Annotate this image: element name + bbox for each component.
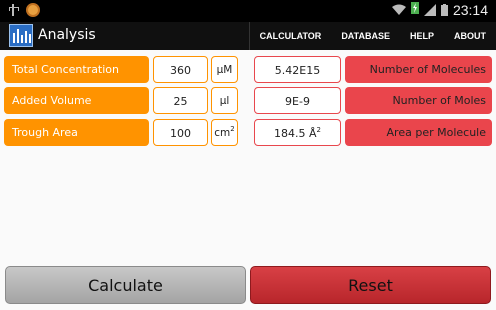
area-per-molecule-value: 184.5 Å2 bbox=[254, 119, 341, 146]
action-bar: Analysis CALCULATOR DATABASE HELP ABOUT bbox=[0, 22, 496, 50]
trough-area-unit: cm2 bbox=[211, 119, 238, 146]
charging-icon bbox=[410, 2, 419, 18]
page-title: Analysis bbox=[38, 27, 96, 43]
added-volume-unit: μl bbox=[211, 87, 238, 114]
number-of-molecules-value: 5.42E15 bbox=[254, 56, 341, 83]
menu-calculator[interactable]: CALCULATOR bbox=[248, 22, 332, 50]
reset-button[interactable]: Reset bbox=[250, 266, 491, 304]
number-of-molecules-label: Number of Molecules bbox=[345, 56, 492, 83]
total-concentration-unit: μM bbox=[211, 56, 238, 83]
added-volume-label: Added Volume bbox=[4, 87, 149, 114]
total-concentration-input[interactable]: 360 bbox=[153, 56, 208, 83]
added-volume-input[interactable]: 25 bbox=[153, 87, 208, 114]
trough-area-input[interactable]: 100 bbox=[153, 119, 208, 146]
trough-area-label: Trough Area bbox=[4, 119, 149, 146]
number-of-moles-value: 9E-9 bbox=[254, 87, 341, 114]
action-menu: CALCULATOR DATABASE HELP ABOUT bbox=[248, 22, 496, 50]
signal-icon bbox=[423, 4, 436, 16]
app-notification-icon bbox=[26, 3, 40, 17]
area-per-molecule-label: Area per Molecule bbox=[345, 119, 492, 146]
status-bar: 23:14 bbox=[0, 0, 496, 22]
total-concentration-label: Total Concentration bbox=[4, 56, 149, 83]
app-icon[interactable] bbox=[9, 24, 33, 47]
menu-database[interactable]: DATABASE bbox=[331, 22, 400, 50]
wifi-icon bbox=[391, 4, 406, 16]
calculate-button[interactable]: Calculate bbox=[5, 266, 246, 304]
menu-help[interactable]: HELP bbox=[400, 22, 444, 50]
number-of-moles-label: Number of Moles bbox=[345, 87, 492, 114]
battery-icon bbox=[440, 4, 448, 16]
usb-icon bbox=[8, 3, 19, 17]
menu-about[interactable]: ABOUT bbox=[444, 22, 496, 50]
status-time: 23:14 bbox=[452, 2, 488, 18]
